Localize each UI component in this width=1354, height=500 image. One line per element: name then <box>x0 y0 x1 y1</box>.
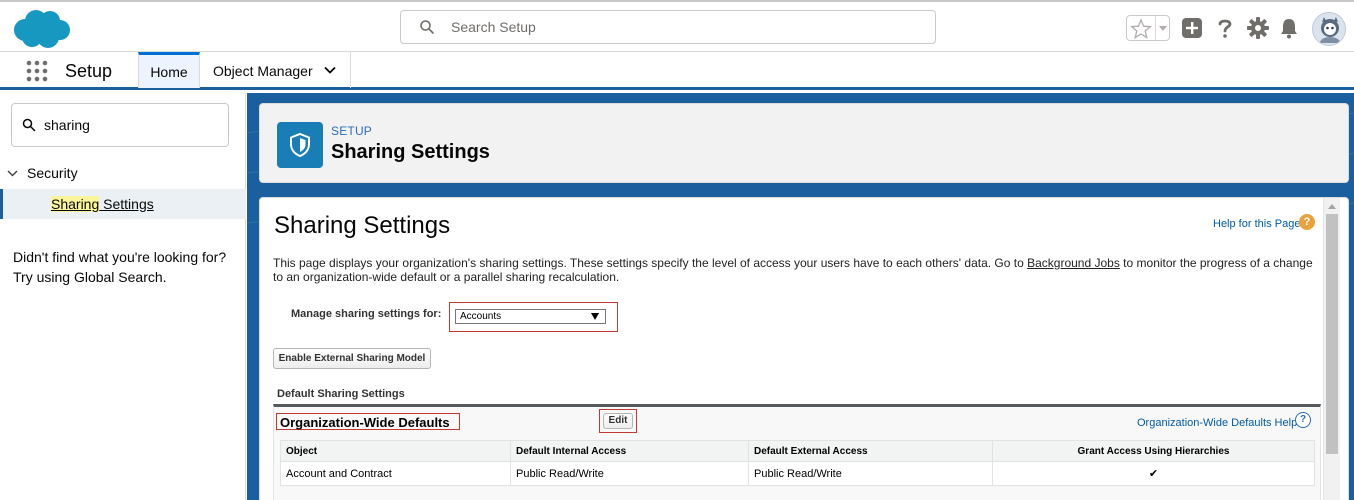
owd-table: Object Default Internal Access Default E… <box>280 440 1315 486</box>
column-header: Object <box>280 440 511 462</box>
scroll-thumb[interactable] <box>1326 214 1338 454</box>
column-header: Default External Access <box>748 440 993 462</box>
manage-sharing-select[interactable]: Accounts <box>455 309 606 324</box>
tab-object-manager-label: Object Manager <box>213 63 313 79</box>
not-found-message: Didn't find what you're looking for? Try… <box>13 247 238 287</box>
setup-tree-panel: Security Sharing Settings Didn't find wh… <box>0 93 246 500</box>
help-for-page-link[interactable]: Help for this Page <box>1213 218 1300 230</box>
table-header-row: Object Default Internal Access Default E… <box>280 440 1315 462</box>
owd-help-link[interactable]: Organization-Wide Defaults Help <box>1137 417 1297 429</box>
page-eyebrow: SETUP <box>331 124 373 138</box>
default-sharing-settings-title: Default Sharing Settings <box>277 388 405 400</box>
search-icon <box>420 20 434 34</box>
tree-node-label: Security <box>27 165 78 181</box>
not-found-line-1: Didn't find what you're looking for? <box>13 249 227 265</box>
cell-grant-access-checkmark: ✔ <box>992 461 1315 486</box>
shield-icon <box>277 122 323 168</box>
app-launcher-icon[interactable] <box>26 60 48 82</box>
tree-item-label-rest: Settings <box>99 196 154 212</box>
edit-button-highlight: Edit <box>599 409 637 433</box>
help-icon[interactable]: ? <box>1299 214 1315 230</box>
cell-external-access: Public Read/Write <box>748 461 993 486</box>
scroll-up-arrow-icon[interactable] <box>1328 204 1336 209</box>
gear-icon[interactable] <box>1246 16 1270 40</box>
scrollbar[interactable] <box>1323 198 1340 500</box>
main-content-area: SETUP Sharing Settings Sharing Settings … <box>247 93 1354 500</box>
favorites-button[interactable] <box>1126 15 1170 41</box>
help-icon[interactable]: ? <box>1295 412 1311 428</box>
enable-external-sharing-button[interactable]: Enable External Sharing Model <box>273 348 431 369</box>
chevron-down-icon[interactable] <box>7 168 18 179</box>
classic-content-frame: Sharing Settings Help for this Page ? Th… <box>259 197 1349 500</box>
tree-item-sharing-settings[interactable]: Sharing Settings <box>0 189 246 219</box>
cell-internal-access: Public Read/Write <box>510 461 749 486</box>
tab-home[interactable]: Home <box>138 52 200 88</box>
astro-avatar-icon <box>1313 13 1345 45</box>
tab-object-manager[interactable]: Object Manager <box>200 52 351 88</box>
search-icon <box>22 118 36 132</box>
owd-title-highlight: Organization-Wide Defaults <box>276 413 460 430</box>
manage-sharing-label: Manage sharing settings for: <box>291 308 442 320</box>
salesforce-cloud-logo[interactable] <box>12 8 72 50</box>
page-title: Sharing Settings <box>331 141 490 163</box>
app-name: Setup <box>65 61 113 81</box>
chevron-down-icon[interactable] <box>1159 26 1167 31</box>
favorites-divider <box>1155 16 1156 40</box>
table-row: Account and Contract Public Read/Write P… <box>280 461 1315 486</box>
bell-icon[interactable] <box>1277 16 1301 40</box>
edit-button[interactable]: Edit <box>603 413 633 429</box>
star-icon <box>1130 18 1152 39</box>
avatar[interactable] <box>1312 12 1346 46</box>
add-icon[interactable] <box>1180 16 1204 40</box>
quick-find-box[interactable] <box>11 103 229 147</box>
content-title: Sharing Settings <box>274 212 451 239</box>
page-header: SETUP Sharing Settings <box>259 103 1349 183</box>
page-description: This page displays your organization's s… <box>273 256 1313 284</box>
chevron-down-icon[interactable] <box>324 64 336 76</box>
description-text-1: This page displays your organization's s… <box>273 256 1028 270</box>
cell-object: Account and Contract <box>280 461 511 486</box>
context-bar: Setup Home Object Manager <box>0 52 1354 90</box>
global-header <box>0 0 1354 52</box>
tree-item-label[interactable]: Sharing Settings <box>51 196 154 212</box>
column-header: Grant Access Using Hierarchies <box>992 440 1315 462</box>
global-search-box[interactable] <box>400 10 936 44</box>
tree-node-security[interactable]: Security <box>0 163 246 185</box>
manage-sharing-value: Accounts <box>460 311 502 322</box>
quick-find-input[interactable] <box>44 116 220 134</box>
search-highlight: Sharing <box>51 196 100 212</box>
not-found-line-2: Try using Global Search. <box>13 269 167 285</box>
dropdown-arrow-icon[interactable] <box>591 313 599 320</box>
manage-sharing-highlight: Accounts <box>449 302 618 332</box>
column-header: Default Internal Access <box>510 440 749 462</box>
help-icon[interactable] <box>1213 16 1237 40</box>
owd-title: Organization-Wide Defaults <box>280 415 450 430</box>
global-search-input[interactable] <box>451 17 921 37</box>
background-jobs-link[interactable]: Background Jobs <box>1027 256 1120 270</box>
tab-home-label: Home <box>150 64 188 80</box>
organization-wide-defaults-section: Organization-Wide Defaults Edit Organiza… <box>273 404 1321 500</box>
